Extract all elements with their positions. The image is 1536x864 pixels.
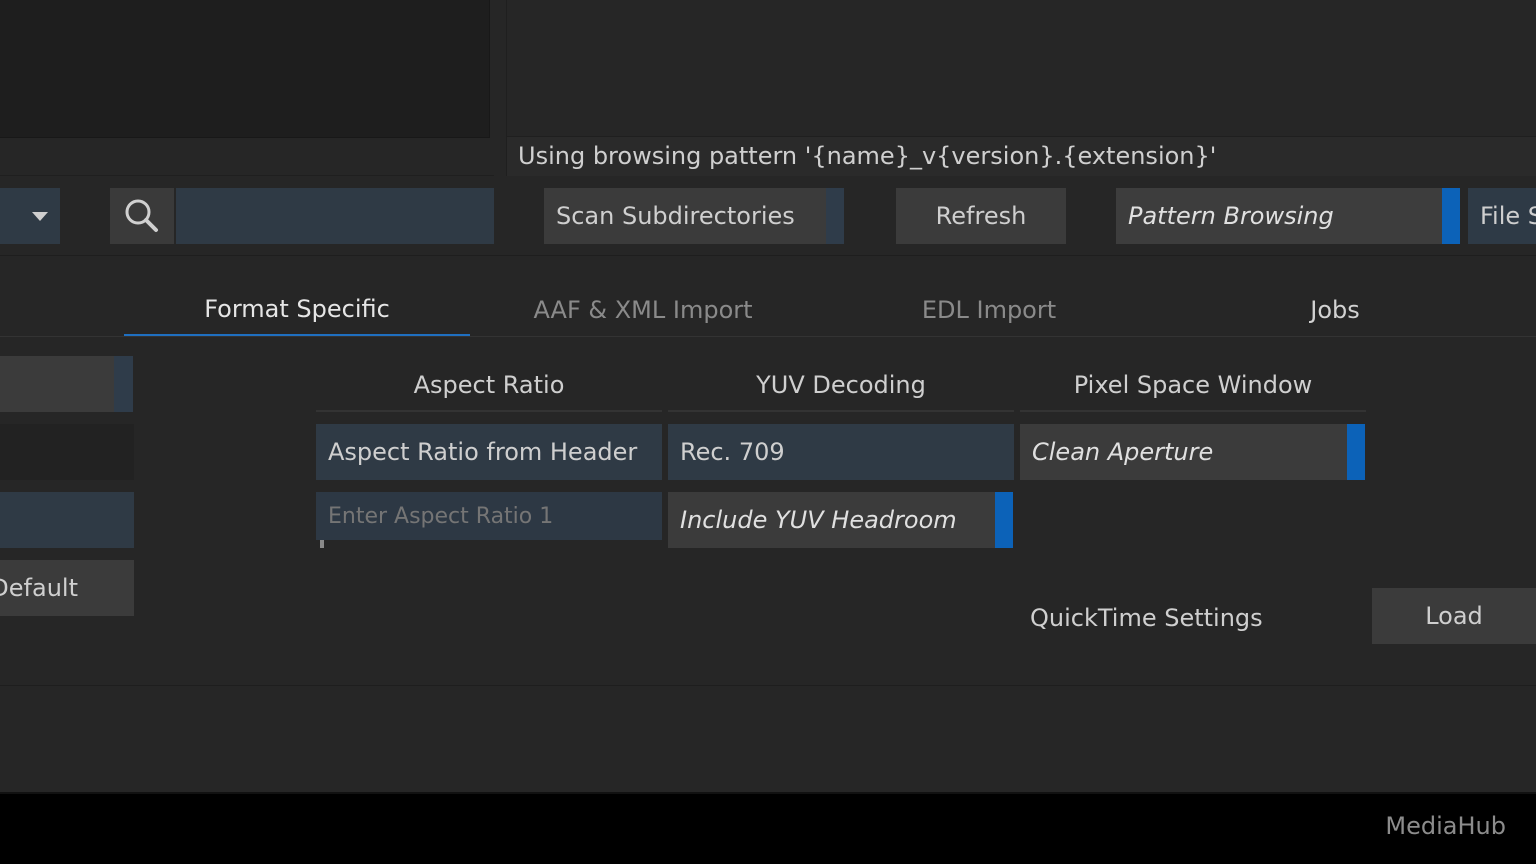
search-icon: [125, 199, 158, 232]
filter-dropdown[interactable]: [0, 188, 60, 244]
left-option-dropdown[interactable]: [0, 492, 134, 548]
include-yuv-headroom-toggle[interactable]: Include YUV Headroom: [668, 492, 996, 548]
left-option-toggle[interactable]: [0, 356, 114, 412]
pattern-browsing-label: Pattern Browsing: [1128, 202, 1334, 230]
tab-edl-import[interactable]: EDL Import: [816, 284, 1162, 336]
default-label: Default: [0, 574, 78, 602]
aspect-ratio-title: Aspect Ratio: [413, 371, 565, 399]
aspect-ratio-slider-handle[interactable]: [320, 540, 324, 548]
chevron-down-icon: [32, 212, 48, 221]
scan-subdirectories-label: Scan Subdirectories: [556, 202, 795, 230]
include-yuv-headroom-indicator: [995, 492, 1013, 548]
tab-format-specific[interactable]: Format Specific: [124, 284, 470, 336]
tab-label: Jobs: [1310, 296, 1360, 324]
aspect-ratio-value: Aspect Ratio from Header: [328, 438, 638, 466]
refresh-label: Refresh: [935, 202, 1027, 230]
refresh-button[interactable]: Refresh: [896, 188, 1066, 244]
search-input[interactable]: [176, 188, 494, 244]
pixel-space-window-title: Pixel Space Window: [1073, 371, 1313, 399]
yuv-decoding-dropdown[interactable]: Rec. 709: [668, 424, 1014, 480]
left-info-strip: [0, 138, 494, 176]
preview-panel-left: [0, 0, 490, 138]
tab-label: EDL Import: [921, 296, 1057, 324]
scan-subdirectories-toggle[interactable]: Scan Subdirectories: [544, 188, 844, 244]
set-default-button[interactable]: Default: [0, 560, 134, 616]
search-button[interactable]: [110, 188, 174, 244]
yuv-decoding-title: YUV Decoding: [756, 371, 926, 399]
load-button[interactable]: Load: [1372, 588, 1536, 644]
aspect-ratio-input[interactable]: [316, 492, 662, 540]
app-name-label: MediaHub: [1385, 812, 1506, 840]
file-sequence-toggle[interactable]: File S: [1468, 188, 1536, 244]
app-status-bar: [0, 792, 1536, 864]
scan-subdirectories-indicator: [826, 188, 844, 244]
aspect-ratio-input-wrapper: [316, 492, 662, 548]
left-option-indicator: [114, 356, 133, 412]
pixel-space-window-header: Pixel Space Window: [1020, 360, 1366, 412]
load-label: Load: [1425, 602, 1483, 630]
pixel-space-window-toggle[interactable]: Clean Aperture: [1020, 424, 1348, 480]
preview-panel-right: [506, 0, 1536, 136]
pixel-space-window-indicator: [1347, 424, 1365, 480]
yuv-decoding-header: YUV Decoding: [668, 360, 1014, 412]
pixel-space-window-value: Clean Aperture: [1032, 438, 1214, 466]
pattern-browsing-toggle[interactable]: Pattern Browsing: [1116, 188, 1460, 244]
browsing-pattern-status: Using browsing pattern '{name}_v{version…: [518, 142, 1217, 170]
yuv-decoding-value: Rec. 709: [680, 438, 785, 466]
file-sequence-label: File S: [1480, 202, 1536, 230]
aspect-ratio-dropdown[interactable]: Aspect Ratio from Header: [316, 424, 662, 480]
aspect-ratio-header: Aspect Ratio: [316, 360, 662, 412]
quicktime-settings-label: QuickTime Settings: [1030, 604, 1263, 632]
left-option-field[interactable]: [0, 424, 134, 480]
aspect-ratio-slider-track[interactable]: [316, 540, 662, 548]
tab-jobs[interactable]: Jobs: [1162, 284, 1508, 336]
pattern-browsing-indicator: [1442, 188, 1460, 244]
panel-divider: [0, 685, 1536, 686]
tab-label: Format Specific: [204, 295, 390, 323]
include-yuv-headroom-label: Include YUV Headroom: [680, 506, 957, 534]
tab-label: AAF & XML Import: [533, 296, 753, 324]
tab-aaf-xml-import[interactable]: AAF & XML Import: [470, 284, 816, 336]
